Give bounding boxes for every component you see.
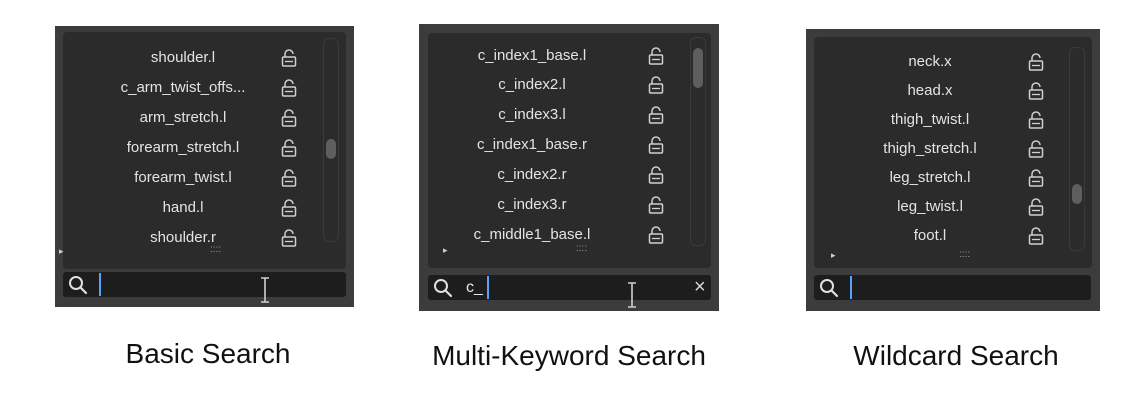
search-field[interactable] — [814, 275, 1091, 300]
caption-multi-keyword-search: Multi-Keyword Search — [432, 340, 706, 371]
unlock-icon[interactable] — [648, 166, 664, 184]
list-item[interactable]: forearm_twist.l — [63, 164, 303, 192]
unlock-icon[interactable] — [648, 226, 664, 244]
list-item[interactable]: leg_stretch.l — [814, 164, 1046, 192]
bone-list: c_index1_base.l c_index2.l c_index3.l c_… — [428, 33, 711, 268]
text-caret — [487, 276, 489, 299]
list-item[interactable]: shoulder.r — [63, 224, 303, 252]
unlock-icon[interactable] — [1028, 198, 1044, 216]
list-item[interactable]: foot.l — [814, 222, 1046, 250]
list-item[interactable]: forearm_stretch.l — [63, 134, 303, 162]
unlock-icon[interactable] — [1028, 82, 1044, 100]
resize-grip-icon[interactable]: :::: — [959, 250, 970, 260]
list-item[interactable]: shoulder.l — [63, 44, 303, 72]
bone-list: shoulder.l c_arm_twist_offs... arm_stret… — [59, 32, 346, 269]
unlock-icon[interactable] — [281, 109, 297, 127]
unlock-icon[interactable] — [281, 199, 297, 217]
search-icon — [820, 279, 839, 298]
list-item[interactable]: arm_stretch.l — [63, 104, 303, 132]
list-item[interactable]: c_arm_twist_offs... — [63, 74, 303, 102]
resize-grip-icon[interactable]: :::: — [210, 245, 221, 255]
outliner-panel-multi-keyword: c_index1_base.l c_index2.l c_index3.l c_… — [419, 24, 719, 311]
unlock-icon[interactable] — [648, 106, 664, 124]
outliner-panel-wildcard: neck.x head.x thigh_twist.l thigh_stretc… — [806, 29, 1100, 311]
unlock-icon[interactable] — [648, 196, 664, 214]
unlock-icon[interactable] — [648, 136, 664, 154]
list-item[interactable]: c_index3.r — [428, 191, 636, 219]
list-item[interactable]: head.x — [814, 77, 1046, 105]
list-item[interactable]: c_index2.l — [428, 71, 636, 99]
text-caret — [99, 273, 101, 296]
search-icon — [69, 276, 88, 295]
scrollbar[interactable] — [690, 37, 706, 246]
caption-wildcard-search: Wildcard Search — [853, 340, 1059, 371]
unlock-icon[interactable] — [281, 229, 297, 247]
scrollbar[interactable] — [1069, 47, 1085, 251]
text-caret — [850, 276, 852, 299]
unlock-icon[interactable] — [1028, 169, 1044, 187]
scrollbar-thumb[interactable] — [693, 48, 703, 89]
list-item[interactable]: c_index1_base.r — [428, 131, 636, 159]
search-field[interactable] — [63, 272, 346, 297]
resize-grip-icon[interactable]: :::: — [576, 244, 587, 254]
scrollbar-thumb[interactable] — [1072, 183, 1082, 204]
text-cursor-icon — [628, 282, 636, 308]
unlock-icon[interactable] — [281, 79, 297, 97]
list-item[interactable]: thigh_stretch.l — [814, 135, 1046, 163]
unlock-icon[interactable] — [1028, 140, 1044, 158]
unlock-icon[interactable] — [648, 47, 664, 65]
expand-arrow-icon[interactable]: ▸ — [443, 246, 448, 255]
text-cursor-icon — [261, 277, 269, 303]
unlock-icon[interactable] — [648, 76, 664, 94]
unlock-icon[interactable] — [281, 49, 297, 67]
search-field[interactable]: c_ × — [428, 275, 711, 300]
search-input[interactable]: c_ — [466, 278, 483, 298]
search-icon — [434, 279, 453, 298]
unlock-icon[interactable] — [281, 169, 297, 187]
list-item[interactable]: c_index1_base.l — [428, 42, 636, 70]
caption-basic-search: Basic Search — [125, 338, 291, 369]
list-item[interactable]: hand.l — [63, 194, 303, 222]
unlock-icon[interactable] — [1028, 111, 1044, 129]
unlock-icon[interactable] — [1028, 53, 1044, 71]
expand-arrow-icon[interactable]: ▸ — [831, 251, 836, 260]
list-item[interactable]: c_index3.l — [428, 101, 636, 129]
clear-search-icon[interactable]: × — [694, 277, 706, 297]
expand-arrow-icon[interactable]: ▸ — [59, 247, 64, 256]
outliner-panel-basic: shoulder.l c_arm_twist_offs... arm_stret… — [55, 26, 354, 307]
scrollbar-thumb[interactable] — [326, 138, 336, 159]
list-item[interactable]: thigh_twist.l — [814, 106, 1046, 134]
unlock-icon[interactable] — [1028, 227, 1044, 245]
list-item[interactable]: leg_twist.l — [814, 193, 1046, 221]
bone-list: neck.x head.x thigh_twist.l thigh_stretc… — [814, 37, 1092, 268]
list-item[interactable]: c_middle1_base.l — [428, 221, 636, 249]
list-item[interactable]: neck.x — [814, 48, 1046, 76]
list-item[interactable]: c_index2.r — [428, 161, 636, 189]
unlock-icon[interactable] — [281, 139, 297, 157]
scrollbar[interactable] — [323, 38, 339, 242]
